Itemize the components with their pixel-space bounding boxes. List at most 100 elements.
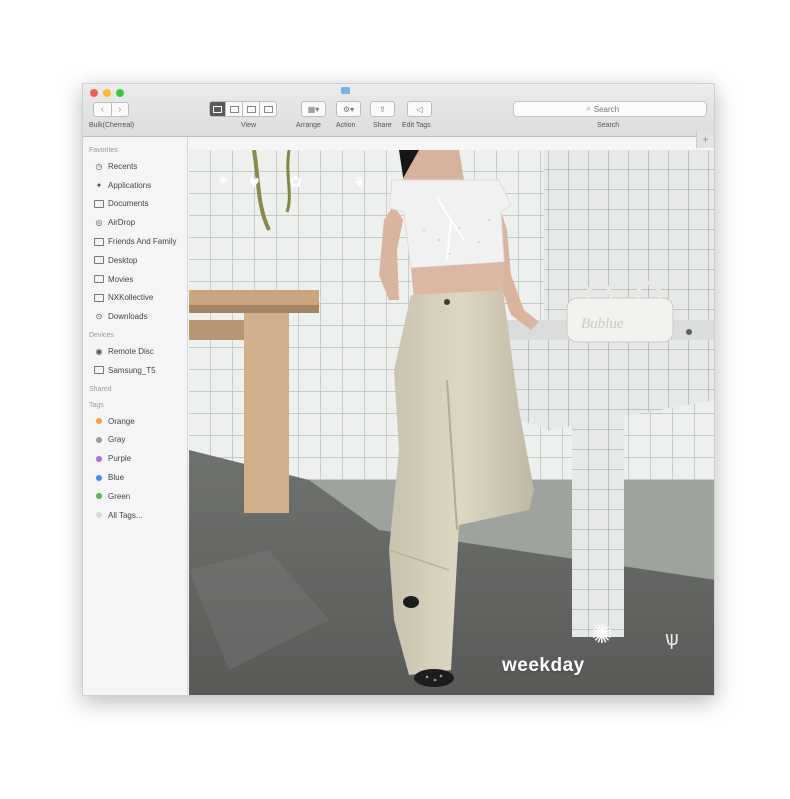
bag-logo-text: Bublue (581, 316, 624, 332)
sidebar-item-downloads[interactable]: ⊙ Downloads (83, 307, 187, 326)
sidebar-tag-orange[interactable]: Orange (83, 412, 187, 431)
sidebar-item-friends-and-family[interactable]: Friends And Family (83, 232, 187, 251)
finder-window: ‹ › Bulk(Cherreal) View ▦▾ Arrange ⚙▾ Ac… (82, 83, 715, 696)
zoom-window-button[interactable] (116, 89, 124, 97)
sidebar-tag-blue[interactable]: Blue (83, 468, 187, 487)
sidebar-item-label: Applications (108, 180, 152, 190)
sidebar-tags-header: Tags (89, 401, 104, 409)
sidebar-favorites-header: Favorites (89, 147, 118, 154)
sidebar-item-label: Gray (108, 435, 126, 445)
sidebar: Favorites ◷ Recents ✦ Applications Documen… (83, 137, 188, 695)
view-mode-segment[interactable] (209, 101, 277, 117)
close-window-button[interactable] (90, 89, 98, 97)
arrange-label: Arrange (296, 122, 321, 129)
sidebar-item-label: Purple (108, 454, 132, 464)
tag-color-dot (96, 474, 102, 481)
grid-icon (213, 105, 222, 113)
tag-color-dot (96, 436, 102, 443)
sidebar-item-label: Downloads (108, 312, 148, 322)
sidebar-item-desktop[interactable]: Desktop (83, 251, 187, 270)
svg-text:♥: ♥ (249, 172, 260, 192)
sidebar-item-label: NXKollective (108, 293, 154, 303)
sidebar-shared-header: Shared (89, 385, 112, 393)
svg-text:ѱ: ѱ (665, 628, 679, 650)
plus-icon: + (702, 134, 709, 146)
action-button[interactable]: ⚙▾ (336, 101, 361, 117)
sidebar-item-label: Movies (108, 274, 134, 284)
view-label: View (241, 122, 257, 129)
sidebar-item-label: All Tags... (108, 510, 143, 520)
clock-icon: ◷ (95, 161, 103, 171)
sidebar-item-samsung-t5[interactable]: Samsung_T5 (83, 361, 187, 380)
airdrop-icon: ◎ (95, 218, 103, 228)
search-icon: ⌕ (586, 104, 591, 113)
sidebar-devices-header: Devices (89, 332, 114, 340)
sidebar-item-label: Green (108, 491, 131, 501)
tag-color-dot (96, 455, 102, 462)
folder-icon (94, 293, 104, 302)
desktop-icon (94, 256, 104, 265)
downloads-icon: ⊙ (95, 312, 103, 322)
sidebar-item-nxkollective[interactable]: NXKollective (83, 289, 187, 308)
svg-text:✷: ✷ (217, 172, 229, 188)
gear-icon: ⚙▾ (342, 104, 355, 114)
fashion-photo: Bublue ✷ ♥ ✿ ❦ ✺ ѱ (189, 150, 714, 695)
sidebar-item-label: Recents (108, 161, 138, 171)
edit-tags-label: Edit Tags (402, 122, 431, 129)
svg-text:❦: ❦ (354, 174, 366, 190)
action-label: Action (336, 122, 356, 129)
minimize-window-button[interactable] (103, 89, 111, 97)
gallery-view-button[interactable] (260, 101, 277, 117)
sidebar-item-label: Samsung_T5 (108, 365, 156, 375)
back-button[interactable]: ‹ (93, 102, 112, 117)
columns-icon (246, 105, 256, 113)
arrange-button[interactable]: ▦▾ (301, 101, 326, 117)
sidebar-item-documents[interactable]: Documents (83, 195, 187, 214)
sidebar-item-airdrop[interactable]: ◎ AirDrop (83, 213, 187, 232)
list-icon (229, 105, 239, 113)
sidebar-tag-green[interactable]: Green (83, 487, 187, 506)
search-label: Search (597, 122, 620, 129)
arrange-icon: ▦▾ (307, 104, 320, 114)
folder-icon (341, 87, 350, 94)
tag-color-dot (96, 512, 102, 519)
sidebar-tag-all[interactable]: All Tags... (83, 506, 187, 525)
disc-icon: ◉ (95, 347, 103, 357)
sidebar-item-remote-disc[interactable]: ◉ Remote Disc (83, 342, 187, 361)
share-button[interactable]: ⇪ (370, 101, 395, 117)
column-view-button[interactable] (243, 101, 260, 117)
sidebar-item-label: Friends And Family (108, 237, 177, 247)
applications-icon: ✦ (95, 180, 103, 190)
edit-tags-button[interactable]: ◁ (407, 101, 432, 117)
sidebar-tag-gray[interactable]: Gray (83, 431, 187, 450)
sidebar-tag-purple[interactable]: Purple (83, 449, 187, 468)
watermark-label: weekday (502, 655, 585, 676)
new-tab-button[interactable]: + (696, 132, 714, 148)
sidebar-item-label: AirDrop (108, 218, 136, 228)
icon-view-button[interactable] (209, 101, 226, 117)
sidebar-item-label: Orange (108, 416, 135, 426)
search-field[interactable]: ⌕ (513, 101, 707, 117)
window-title: Bulk(Cherreal) (89, 122, 135, 129)
forward-button[interactable]: › (111, 102, 129, 117)
share-icon: ⇪ (379, 104, 386, 114)
navigation-buttons: ‹ › (93, 102, 129, 117)
sidebar-item-movies[interactable]: Movies (83, 270, 187, 289)
sidebar-item-applications[interactable]: ✦ Applications (83, 176, 187, 195)
photo-preview: Bublue ✷ ♥ ✿ ❦ ✺ ѱ (189, 150, 714, 695)
tag-color-dot (96, 493, 102, 500)
documents-icon (94, 199, 104, 208)
svg-text:✿: ✿ (289, 174, 302, 191)
share-label: Share (373, 122, 392, 129)
sidebar-item-label: Documents (108, 199, 149, 209)
sidebar-item-label: Remote Disc (108, 347, 154, 357)
search-input[interactable] (593, 104, 634, 114)
svg-text:✺: ✺ (591, 619, 613, 649)
sidebar-item-label: Desktop (108, 255, 138, 265)
drive-icon (94, 366, 104, 375)
gallery-icon (263, 105, 273, 113)
list-view-button[interactable] (226, 101, 243, 117)
sidebar-item-recents[interactable]: ◷ Recents (83, 157, 187, 176)
tag-color-dot (96, 418, 102, 425)
sidebar-item-label: Blue (108, 473, 125, 483)
